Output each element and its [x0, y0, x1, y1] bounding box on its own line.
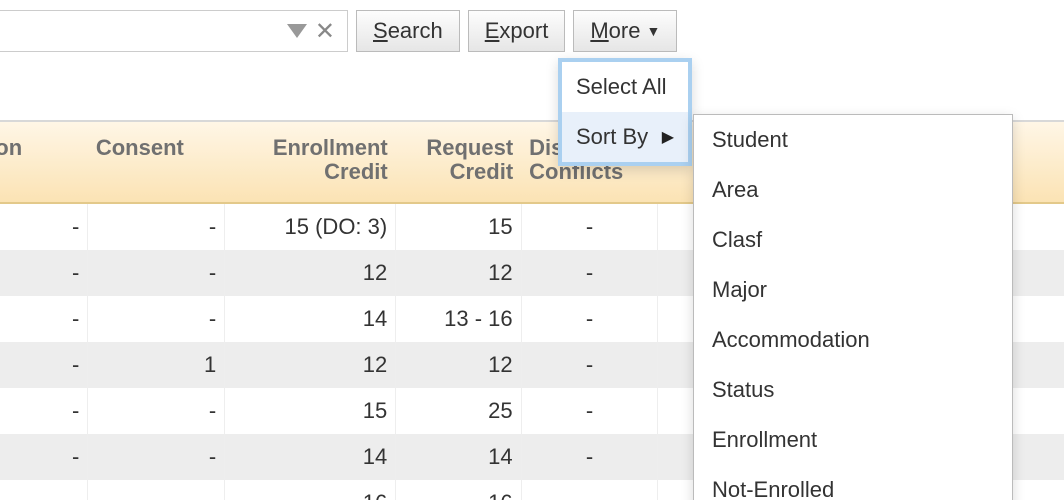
table-cell: 15 [396, 203, 521, 250]
sort-by-submenu: Student Area Clasf Major Accommodation S… [693, 114, 1013, 500]
table-cell: - [0, 203, 88, 250]
table-cell: - [0, 342, 88, 388]
menu-item-label: Accommodation [712, 327, 870, 353]
table-cell: 14 [225, 296, 396, 342]
table-cell: 15 (DO: 3) [225, 203, 396, 250]
sort-option-enrollment[interactable]: Enrollment [694, 415, 1012, 465]
menu-item-label: Major [712, 277, 767, 303]
sort-option-status[interactable]: Status [694, 365, 1012, 415]
table-cell: - [88, 388, 225, 434]
menu-item-label: Status [712, 377, 774, 403]
search-input[interactable]: ✕ [0, 10, 348, 52]
table-cell: - [88, 250, 225, 296]
table-cell: 12 [225, 250, 396, 296]
menu-item-label: Area [712, 177, 758, 203]
table-cell: - [88, 434, 225, 480]
more-button-label-underline: M [590, 18, 608, 43]
table-cell: 14 [396, 434, 521, 480]
sort-option-not-enrolled[interactable]: Not-Enrolled [694, 465, 1012, 500]
menu-item-select-all[interactable]: Select All [562, 62, 688, 112]
chevron-down-icon[interactable] [283, 24, 311, 38]
menu-item-label: Select All [576, 74, 667, 100]
table-cell: - [521, 250, 658, 296]
export-button[interactable]: Export [468, 10, 566, 52]
search-button[interactable]: Search [356, 10, 460, 52]
table-cell: 25 [396, 388, 521, 434]
menu-item-label: Clasf [712, 227, 762, 253]
close-icon[interactable]: ✕ [311, 17, 339, 46]
menu-item-label: Enrollment [712, 427, 817, 453]
menu-item-label: Sort By [576, 124, 648, 150]
export-button-label-underline: E [485, 18, 500, 43]
table-cell: - [88, 480, 225, 500]
export-button-label-rest: xport [499, 18, 548, 43]
table-cell: 12 [225, 342, 396, 388]
table-cell: - [521, 434, 658, 480]
more-button[interactable]: More ▼ [573, 10, 677, 52]
table-cell: 12 [396, 342, 521, 388]
col-header-consent[interactable]: Consent [88, 121, 225, 203]
table-cell: 12 [396, 250, 521, 296]
menu-item-label: Not-Enrolled [712, 477, 834, 500]
table-cell: - [521, 342, 658, 388]
col-header-1[interactable]: tion [0, 121, 88, 203]
sort-option-accommodation[interactable]: Accommodation [694, 315, 1012, 365]
table-cell: 14 [225, 434, 396, 480]
sort-option-area[interactable]: Area [694, 165, 1012, 215]
table-cell: 16 [225, 480, 396, 500]
menu-item-sort-by[interactable]: Sort By ▶ [562, 112, 688, 162]
search-button-label-rest: earch [388, 18, 443, 43]
sort-option-major[interactable]: Major [694, 265, 1012, 315]
col-header-request-credit[interactable]: RequestCredit [396, 121, 521, 203]
table-cell: - [0, 480, 88, 500]
table-cell: 13 - 16 [396, 296, 521, 342]
more-button-label-rest: ore [609, 18, 641, 43]
table-cell: - [521, 203, 658, 250]
table-cell: - [521, 480, 658, 500]
table-cell: - [88, 296, 225, 342]
col-header-enrollment-credit[interactable]: EnrollmentCredit [225, 121, 396, 203]
menu-item-label: Student [712, 127, 788, 153]
toolbar: ✕ Search Export More ▼ [0, 10, 677, 52]
table-cell: - [88, 203, 225, 250]
table-cell: - [0, 388, 88, 434]
sort-option-student[interactable]: Student [694, 115, 1012, 165]
dropdown-caret-icon: ▼ [646, 23, 660, 39]
table-cell: 15 [225, 388, 396, 434]
table-cell: 1 [88, 342, 225, 388]
table-cell: - [0, 296, 88, 342]
sort-option-clasf[interactable]: Clasf [694, 215, 1012, 265]
search-button-label-underline: S [373, 18, 388, 43]
table-cell: - [521, 296, 658, 342]
table-cell: - [0, 434, 88, 480]
table-cell: - [521, 388, 658, 434]
table-cell: - [0, 250, 88, 296]
submenu-arrow-icon: ▶ [662, 127, 674, 147]
more-menu: Select All Sort By ▶ [558, 58, 692, 166]
table-cell: 16 [396, 480, 521, 500]
